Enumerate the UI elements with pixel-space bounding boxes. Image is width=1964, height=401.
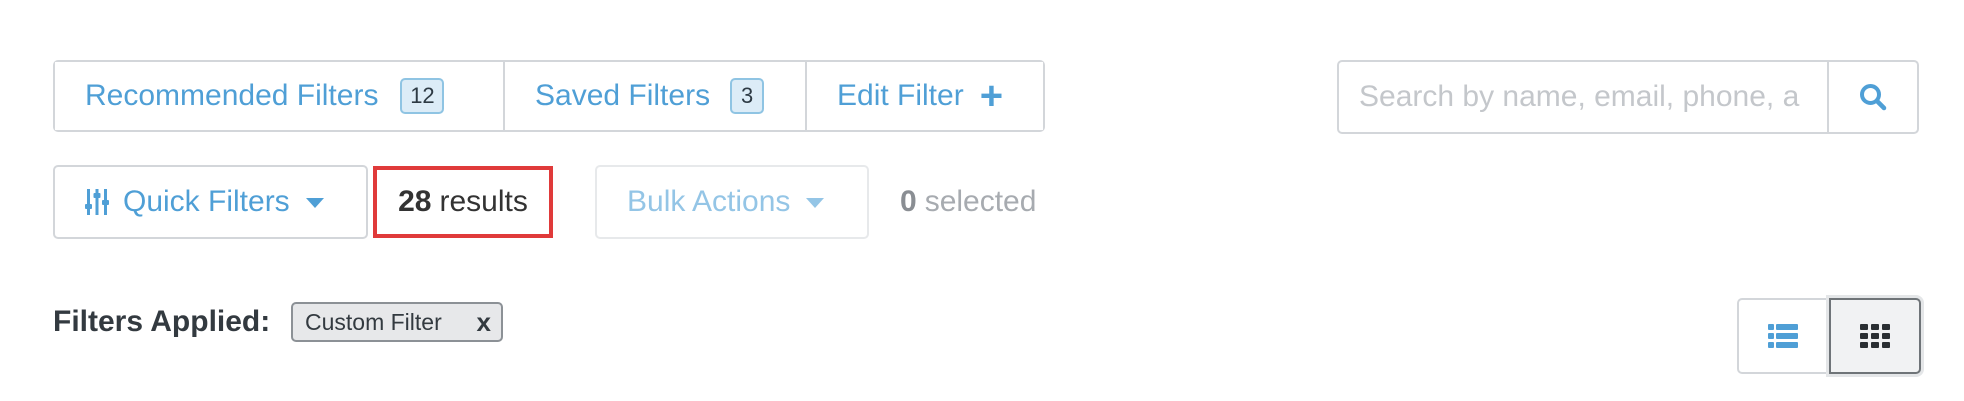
search-icon [1860, 84, 1887, 111]
quick-filters-dropdown[interactable]: Quick Filters [53, 165, 368, 239]
results-count: 28 results [373, 166, 553, 238]
saved-filters-label: Saved Filters [535, 79, 711, 112]
bulk-actions-label: Bulk Actions [627, 185, 791, 218]
filter-chip: Custom Filter x [291, 302, 503, 342]
recommended-filters-count-badge: 12 [400, 78, 445, 114]
list-view-icon [1768, 324, 1798, 348]
selected-label: selected [924, 185, 1037, 218]
search-box [1337, 60, 1919, 134]
grid-view-button[interactable] [1829, 298, 1921, 374]
list-view-button[interactable] [1737, 298, 1829, 374]
results-label: results [439, 185, 528, 218]
saved-filters-tab[interactable]: Saved Filters 3 [503, 62, 805, 130]
recommended-filters-tab[interactable]: Recommended Filters 12 [55, 62, 503, 130]
selected-number: 0 [900, 185, 917, 218]
filter-tab-group: Recommended Filters 12 Saved Filters 3 E… [53, 60, 1045, 132]
selected-count: 0 selected [900, 182, 1036, 222]
saved-filters-count-badge: 3 [730, 78, 765, 114]
remove-filter-button[interactable]: x [477, 307, 491, 338]
recommended-filters-label: Recommended Filters [85, 79, 379, 112]
bulk-actions-dropdown[interactable]: Bulk Actions [595, 165, 869, 239]
plus-icon: + [979, 74, 1004, 118]
filter-toolbar-page: Recommended Filters 12 Saved Filters 3 E… [0, 0, 1964, 401]
chevron-down-icon [305, 198, 324, 208]
results-number: 28 [398, 185, 432, 218]
search-input[interactable] [1339, 62, 1827, 132]
edit-filter-button[interactable]: Edit Filter + [805, 62, 1043, 130]
sliders-icon [85, 189, 109, 215]
edit-filter-label: Edit Filter [837, 79, 964, 112]
quick-filters-label: Quick Filters [123, 185, 290, 218]
filter-chip-label: Custom Filter [305, 308, 442, 335]
chevron-down-icon [806, 198, 825, 208]
view-toggle [1737, 298, 1921, 374]
grid-view-icon [1860, 324, 1890, 348]
search-button[interactable] [1827, 62, 1917, 132]
filters-applied-label: Filters Applied: [53, 305, 271, 338]
